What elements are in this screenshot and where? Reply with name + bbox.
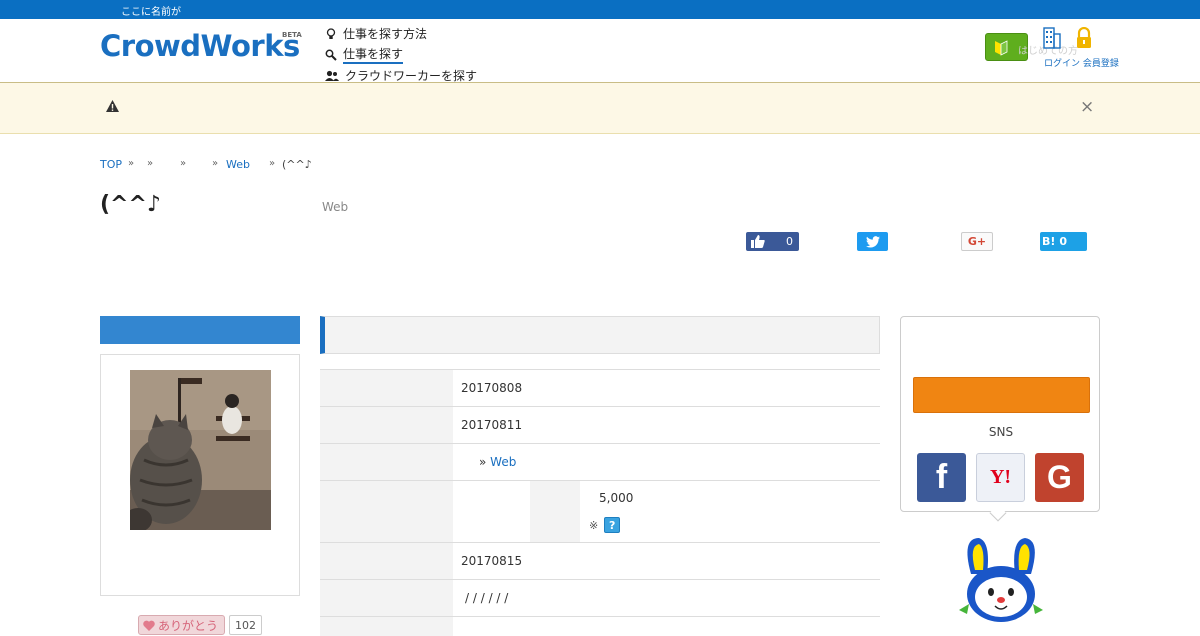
breadcrumb-separator: » [147,158,154,169]
building-icon[interactable] [1042,27,1062,49]
thanks-button[interactable]: ありがとう [138,615,225,635]
account-links-label[interactable]: ログイン 会員登録 [1044,56,1119,69]
top-bar-text: ここに名前が [121,7,181,18]
job-detail-header [320,316,880,354]
table-row: 20170815 [320,542,880,579]
apply-panel: SNS f Y! G [900,316,1100,522]
table-row: / / / / / / [320,579,880,616]
breadcrumb-web[interactable]: Web [226,158,250,171]
heart-icon [143,620,155,631]
truncated-cell [453,617,880,636]
delivery-date: 20170815 [461,554,523,568]
twitter-share-button[interactable] [857,232,888,251]
google-login-button[interactable]: G [1035,453,1084,502]
reward-amount: 5,000 [599,491,634,505]
warning-icon [106,100,119,112]
row-header [320,580,453,616]
site-header: CrowdWorks BETA 仕事を探す方法 仕事を探す クラウドワーカーを探す… [0,19,1200,83]
row-header [320,444,453,480]
row-header [320,370,453,406]
reward-cell: 5,000 ※ ? [453,481,880,542]
breadcrumb-separator: » [212,158,219,169]
row-header [320,481,453,542]
beginner-button[interactable]: はじめての方 [985,33,1078,61]
client-section-header [100,316,300,344]
beginner-mark-icon [995,40,1008,56]
cat-photo [130,370,271,530]
thanks-count: 102 [229,615,262,635]
row-header [320,543,453,579]
reward-subheader [530,481,580,542]
category-cell: » Web [453,444,880,480]
breadcrumb-separator: » [180,158,187,169]
breadcrumb-top[interactable]: TOP [100,158,122,171]
table-row: 20170811 [320,406,880,443]
panel-pointer [989,504,1007,522]
twitter-bird-icon [865,235,880,248]
facebook-like-button[interactable]: 0 [746,232,799,251]
facebook-icon: f [935,458,948,496]
category-link[interactable]: Web [490,455,516,469]
facebook-login-button[interactable]: f [917,453,966,502]
nav-label: 仕事を探す [343,45,404,64]
breadcrumb-separator: » [128,158,135,169]
nav-how-to-find[interactable]: 仕事を探す方法 [325,23,477,44]
hatena-icon: B! [1042,235,1056,248]
breadcrumb-current: (^^♪ [282,158,312,171]
reward-note: ※ ? [589,517,621,533]
rabbit-mascot [959,538,1043,622]
table-row: 5,000 ※ ? [320,480,880,542]
users-icon [325,70,339,81]
header-account-links: ログイン 会員登録 [1042,27,1119,69]
published-date: 20170808 [461,381,523,395]
category-prefix: » [479,455,487,469]
breadcrumb-separator: » [269,158,276,169]
table-row: » Web [320,443,880,480]
thumbs-up-icon [751,235,765,248]
row-header [320,407,453,443]
client-profile-box [100,354,300,596]
nav-find-jobs[interactable]: 仕事を探す [325,44,477,65]
job-category: Web [322,200,349,214]
client-avatar[interactable] [130,370,271,530]
lightbulb-icon [326,27,336,39]
search-icon [325,49,337,61]
beta-badge: BETA [282,31,302,39]
job-detail-table: 20170808 20170811 » Web 5,000 ※ ? 201708… [320,369,880,636]
apply-button[interactable] [913,377,1090,413]
yahoo-login-button[interactable]: Y! [976,453,1025,502]
row-header [320,617,453,636]
slash-values: / / / / / / [465,591,509,605]
help-icon[interactable]: ? [604,517,621,533]
site-logo[interactable]: CrowdWorks BETA [100,29,302,63]
global-nav: 仕事を探す方法 仕事を探す クラウドワーカーを探す [325,23,477,86]
hatena-count: 0 [1059,235,1068,248]
hatena-bookmark-button[interactable]: B! 0 [1040,232,1087,251]
googleplus-share-button[interactable]: G+ [961,232,993,251]
thanks-label: ありがとう [158,618,219,633]
table-row [320,616,880,636]
close-icon[interactable]: × [1080,97,1094,117]
sns-login-label: SNS [988,425,1014,439]
lock-icon[interactable] [1075,27,1093,49]
nav-label: クラウドワーカーを探す [345,69,478,83]
google-icon: G [1047,459,1072,495]
nav-label: 仕事を探す方法 [343,27,428,41]
table-row: 20170808 [320,369,880,406]
deadline-date: 20170811 [461,418,523,432]
top-bar: ここに名前が [0,0,1200,19]
notice-bar: × [0,83,1200,134]
page-title: (^^♪ [100,192,161,217]
yahoo-icon: Y! [989,466,1012,488]
like-count: 0 [786,235,793,248]
